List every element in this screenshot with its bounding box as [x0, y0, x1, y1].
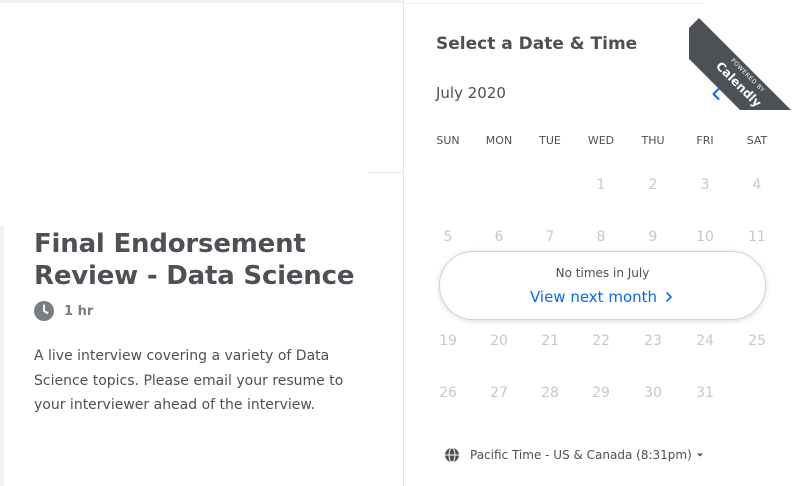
calendar-day: 10	[696, 229, 714, 245]
calendar-day: 6	[494, 229, 504, 245]
month-label: July 2020	[436, 84, 506, 102]
weekday-label: SAT	[746, 134, 768, 147]
left-accent-border	[0, 226, 4, 486]
powered-by-badge[interactable]: POWERED BY Calendly	[689, 0, 799, 110]
event-title: Final Endorsement Review - Data Science	[34, 229, 355, 291]
timezone-label: Pacific Time - US & Canada (8:31pm)	[470, 448, 692, 462]
view-next-month-button[interactable]: View next month	[440, 288, 765, 306]
weekday-label: WED	[587, 134, 615, 147]
calendar-day: 27	[490, 385, 508, 401]
calendar-day: 24	[696, 333, 714, 349]
calendar-day: 4	[752, 177, 762, 193]
clock-icon	[34, 301, 54, 321]
event-duration: 1 hr	[34, 301, 93, 321]
calendar-day: 9	[648, 229, 658, 245]
calendar-day: 3	[700, 177, 710, 193]
caret-down-icon	[696, 453, 703, 457]
calendar-day: 1	[596, 177, 606, 193]
weekday-label: SUN	[436, 134, 460, 147]
weekday-label: FRI	[696, 134, 714, 147]
no-times-text: No times in July	[555, 266, 650, 280]
scheduler-title: Select a Date & Time	[436, 34, 638, 54]
chevron-right-icon	[666, 292, 672, 302]
calendar-day: 7	[545, 229, 555, 245]
calendar-day: 5	[443, 229, 453, 245]
calendar-day: 20	[490, 333, 508, 349]
calendar-day: 22	[592, 333, 610, 349]
calendar-day: 19	[439, 333, 457, 349]
calendar-day: 28	[541, 385, 559, 401]
weekday-label: THU	[641, 134, 665, 147]
no-times-card: No times in July View next month	[439, 251, 766, 320]
calendar-day: 23	[644, 333, 662, 349]
calendar-day: 25	[748, 333, 766, 349]
calendar-day: 21	[541, 333, 559, 349]
calendly-ribbon: POWERED BY Calendly	[689, 18, 799, 110]
top-line	[404, 3, 704, 4]
calendar-day: 26	[439, 385, 457, 401]
calendar-day: 8	[596, 229, 606, 245]
weekday-label: MON	[485, 134, 513, 147]
view-next-month-label: View next month	[529, 288, 658, 306]
weekday-header: SUN MON TUE WED THU FRI SAT	[422, 134, 782, 148]
calendar-day: 30	[644, 385, 662, 401]
calendar-day: 31	[696, 385, 714, 401]
weekday-label: TUE	[539, 134, 561, 147]
globe-icon	[445, 447, 459, 463]
calendar-day: 11	[748, 229, 766, 245]
timezone-selector[interactable]: Pacific Time - US & Canada (8:31pm)	[444, 447, 704, 463]
event-details-panel: Final Endorsement Review - Data Science …	[0, 0, 404, 486]
calendar-day: 29	[592, 385, 610, 401]
event-description: A live interview covering a variety of D…	[34, 348, 344, 413]
duration-text: 1 hr	[64, 303, 94, 319]
calendar-day: 2	[648, 177, 658, 193]
divider	[369, 172, 404, 173]
top-border	[0, 0, 404, 3]
